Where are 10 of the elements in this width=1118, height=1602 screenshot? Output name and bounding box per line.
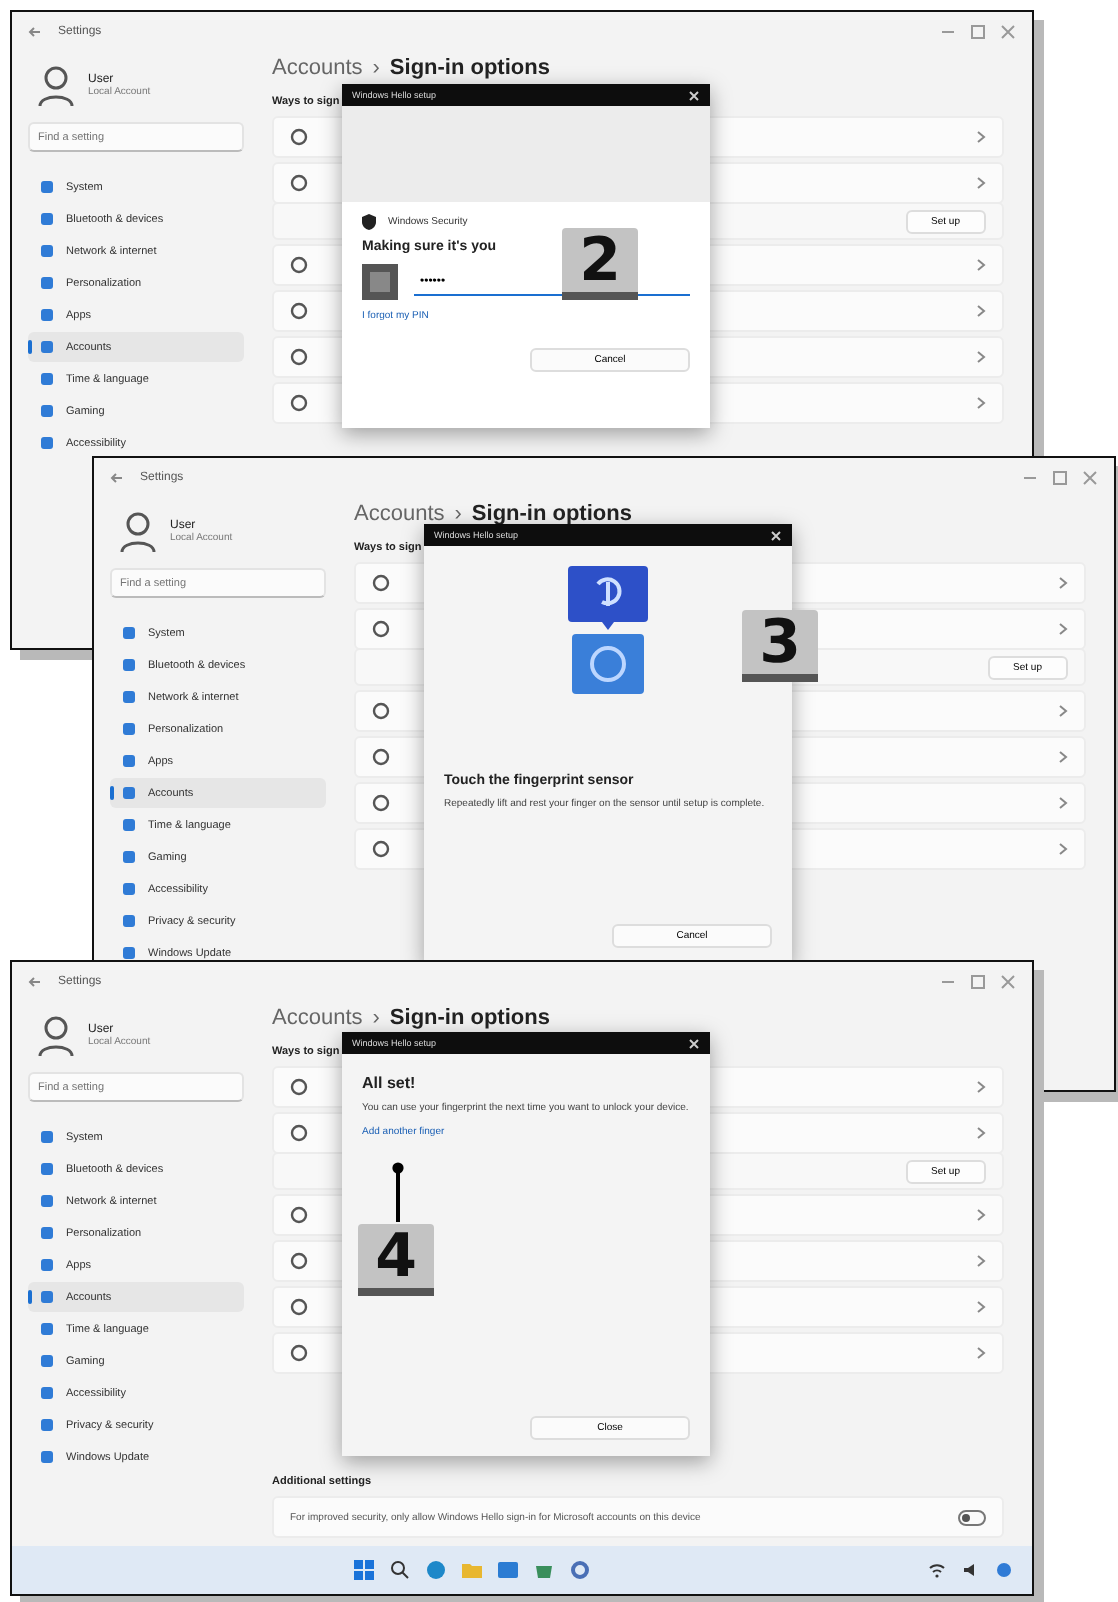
page-title: Sign-in options	[471, 502, 632, 526]
breadcrumb-separator-icon: ›	[372, 1006, 380, 1030]
dialog-heading: All set!	[362, 1074, 418, 1092]
breadcrumb-separator-icon: ›	[372, 56, 380, 80]
breadcrumb-separator-icon: ›	[454, 502, 462, 526]
step-number-badge: 3	[742, 610, 818, 682]
step-number-badge: 4	[358, 1224, 434, 1296]
step-number-badge: 2	[562, 228, 638, 300]
page-title: Sign-in options	[389, 56, 550, 80]
page-title: Sign-in options	[389, 1006, 550, 1030]
